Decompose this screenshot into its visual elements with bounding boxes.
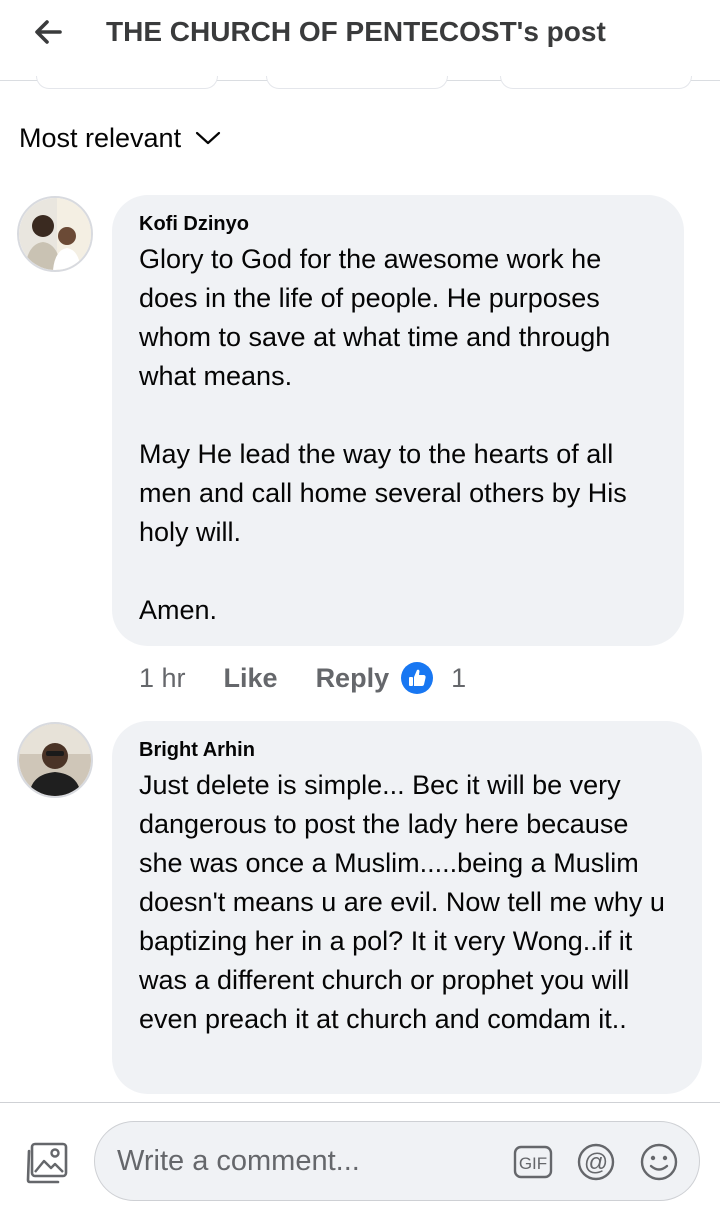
top-bar: THE CHURCH OF PENTECOST's post — [0, 0, 720, 81]
profile-photo — [19, 198, 91, 270]
comment-text: Just delete is simple... Bec it will be … — [139, 770, 673, 1034]
comment-input[interactable]: Write a comment... GIF @ — [94, 1121, 700, 1201]
comment-author[interactable]: Bright Arhin — [139, 738, 676, 762]
sort-label: Most relevant — [19, 123, 182, 153]
back-arrow-icon[interactable] — [30, 14, 66, 50]
comment-actions: 1 hr Like Reply 1 — [139, 658, 466, 698]
emoji-icon[interactable] — [639, 1142, 679, 1182]
reply-button[interactable]: Reply — [316, 663, 390, 694]
reaction-chip-edge — [500, 76, 692, 89]
photo-icon[interactable] — [24, 1141, 70, 1185]
sort-dropdown[interactable]: Most relevant — [19, 118, 221, 158]
comment-composer: Write a comment... GIF @ — [0, 1102, 720, 1217]
comment-author[interactable]: Kofi Dzinyo — [139, 212, 658, 236]
svg-text:GIF: GIF — [519, 1154, 547, 1173]
reaction-chip-edge — [266, 76, 448, 89]
comment-bubble[interactable]: Bright Arhin Just delete is simple... Be… — [112, 721, 702, 1094]
reaction-chip-edge — [36, 76, 218, 89]
gif-icon[interactable]: GIF — [513, 1144, 553, 1180]
like-button[interactable]: Like — [224, 663, 278, 694]
chevron-down-icon — [195, 131, 221, 145]
profile-photo — [19, 724, 91, 796]
thumbs-up-icon[interactable] — [401, 662, 434, 694]
avatar[interactable] — [17, 196, 93, 272]
page-title: THE CHURCH OF PENTECOST's post — [106, 16, 606, 47]
comment-timestamp: 1 hr — [139, 662, 186, 693]
comment-placeholder: Write a comment... — [117, 1145, 360, 1177]
mention-icon[interactable]: @ — [576, 1142, 616, 1182]
comment-text: Glory to God for the awesome work he doe… — [139, 244, 627, 625]
reaction-count[interactable]: 1 — [451, 663, 466, 694]
svg-text:@: @ — [584, 1149, 608, 1176]
avatar[interactable] — [17, 722, 93, 798]
comment-bubble[interactable]: Kofi Dzinyo Glory to God for the awesome… — [112, 195, 684, 646]
